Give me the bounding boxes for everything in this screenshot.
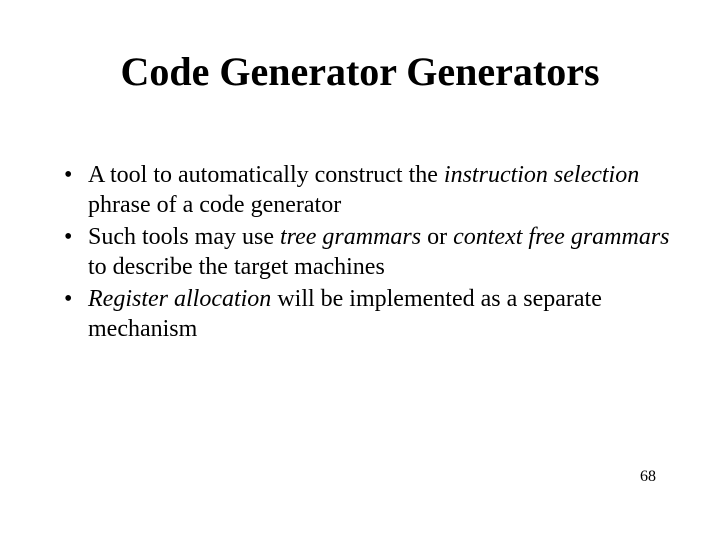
slide-body: A tool to automatically construct the in… bbox=[60, 160, 670, 346]
page-number: 68 bbox=[640, 468, 656, 486]
bullet-text: Such tools may use bbox=[88, 224, 280, 250]
bullet-text: or bbox=[421, 224, 453, 250]
bullet-emphasis: instruction selection bbox=[444, 162, 639, 188]
bullet-item: A tool to automatically construct the in… bbox=[60, 160, 670, 220]
bullet-item: Register allocation will be implemented … bbox=[60, 284, 670, 344]
bullet-text: phrase of a code generator bbox=[88, 192, 341, 218]
bullet-text: A tool to automatically construct the bbox=[88, 162, 444, 188]
bullet-list: A tool to automatically construct the in… bbox=[60, 160, 670, 344]
slide-title: Code Generator Generators bbox=[0, 48, 720, 95]
slide: Code Generator Generators A tool to auto… bbox=[0, 0, 720, 540]
bullet-emphasis: context free grammars bbox=[453, 224, 669, 250]
bullet-emphasis: Register allocation bbox=[88, 286, 271, 312]
bullet-text: to describe the target machines bbox=[88, 254, 385, 280]
bullet-item: Such tools may use tree grammars or cont… bbox=[60, 222, 670, 282]
bullet-emphasis: tree grammars bbox=[280, 224, 421, 250]
